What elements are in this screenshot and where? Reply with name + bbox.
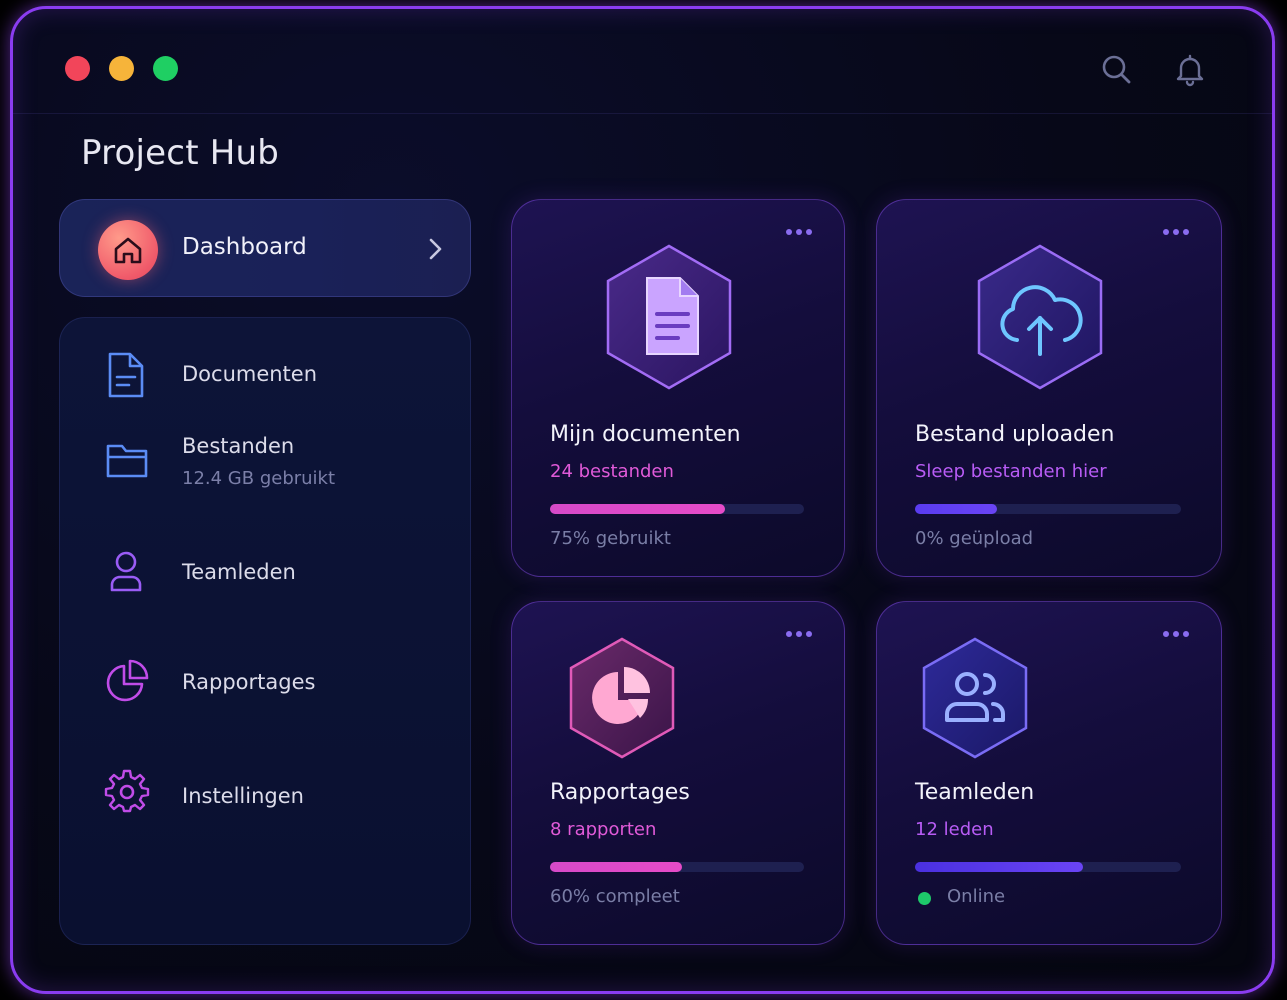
progress-bar-fill xyxy=(550,504,726,514)
sidebar-item-label: Bestanden xyxy=(182,434,295,458)
home-icon xyxy=(98,220,158,280)
sidebar-item-label: Documenten xyxy=(182,362,318,386)
pie-chart-icon xyxy=(104,658,150,708)
progress-bar-fill xyxy=(915,862,1083,872)
users-icon xyxy=(919,636,1031,764)
maximize-window-button[interactable] xyxy=(153,56,178,81)
sidebar-item-instellingen[interactable]: Instellingen xyxy=(60,756,470,836)
bell-icon[interactable] xyxy=(1172,51,1208,87)
pie-chart-icon xyxy=(566,636,678,764)
cloud-upload-icon xyxy=(973,242,1107,396)
sidebar-panel: Documenten Bestanden 12.4 GB gebruikt Te… xyxy=(59,317,471,945)
document-icon xyxy=(104,350,148,404)
sidebar-item-rapportages[interactable]: Rapportages xyxy=(60,644,470,724)
close-window-button[interactable] xyxy=(65,56,90,81)
card-subtitle: 24 bestanden xyxy=(550,461,674,482)
search-icon[interactable] xyxy=(1098,51,1134,87)
card-title: Mijn documenten xyxy=(550,422,741,447)
page-title: Project Hub xyxy=(81,133,280,173)
sidebar-item-dashboard[interactable]: Dashboard xyxy=(59,199,471,297)
card-title: Teamleden xyxy=(915,780,1035,805)
progress-bar-fill xyxy=(915,504,998,514)
more-options-icon[interactable] xyxy=(784,222,814,241)
minimize-window-button[interactable] xyxy=(109,56,134,81)
card-mijn-documenten[interactable]: Mijn documenten 24 bestanden 75% gebruik… xyxy=(511,199,845,577)
titlebar xyxy=(13,9,1272,114)
sidebar-item-bestanden[interactable]: Bestanden 12.4 GB gebruikt xyxy=(60,430,470,520)
card-subtitle: Sleep bestanden hier xyxy=(915,461,1107,482)
more-options-icon[interactable] xyxy=(784,624,814,643)
chevron-right-icon xyxy=(424,236,446,266)
progress-bar xyxy=(550,862,804,872)
card-footer-text: 0% geüpload xyxy=(915,528,1034,549)
progress-bar xyxy=(550,504,804,514)
more-options-icon[interactable] xyxy=(1161,222,1191,241)
sidebar-item-documenten[interactable]: Documenten xyxy=(60,336,470,416)
user-icon xyxy=(104,548,148,600)
app-window: Project Hub Dashboard Documenten Bestand… xyxy=(10,6,1275,994)
more-options-icon[interactable] xyxy=(1161,624,1191,643)
sidebar-item-teamleden[interactable]: Teamleden xyxy=(60,536,470,616)
card-footer-text: 60% compleet xyxy=(550,886,680,907)
online-status-text: Online xyxy=(947,886,1006,907)
card-subtitle: 8 rapporten xyxy=(550,819,657,840)
progress-bar-fill xyxy=(550,862,683,872)
folder-icon xyxy=(104,438,150,486)
card-teamleden[interactable]: Teamleden 12 leden Online xyxy=(876,601,1222,945)
progress-bar xyxy=(915,862,1181,872)
sidebar-item-label: Dashboard xyxy=(182,234,307,260)
online-status-icon xyxy=(918,892,931,905)
document-icon xyxy=(602,242,736,396)
card-rapportages[interactable]: Rapportages 8 rapporten 60% compleet xyxy=(511,601,845,945)
storage-usage-text: 12.4 GB gebruikt xyxy=(182,468,336,489)
card-subtitle: 12 leden xyxy=(915,819,994,840)
card-footer-text: 75% gebruikt xyxy=(550,528,671,549)
gear-icon xyxy=(104,768,150,818)
card-bestand-uploaden[interactable]: Bestand uploaden Sleep bestanden hier 0%… xyxy=(876,199,1222,577)
progress-bar xyxy=(915,504,1181,514)
card-title: Rapportages xyxy=(550,780,690,805)
sidebar-item-label: Teamleden xyxy=(182,560,296,584)
sidebar-item-label: Instellingen xyxy=(182,784,304,808)
card-title: Bestand uploaden xyxy=(915,422,1115,447)
sidebar-item-label: Rapportages xyxy=(182,670,316,694)
